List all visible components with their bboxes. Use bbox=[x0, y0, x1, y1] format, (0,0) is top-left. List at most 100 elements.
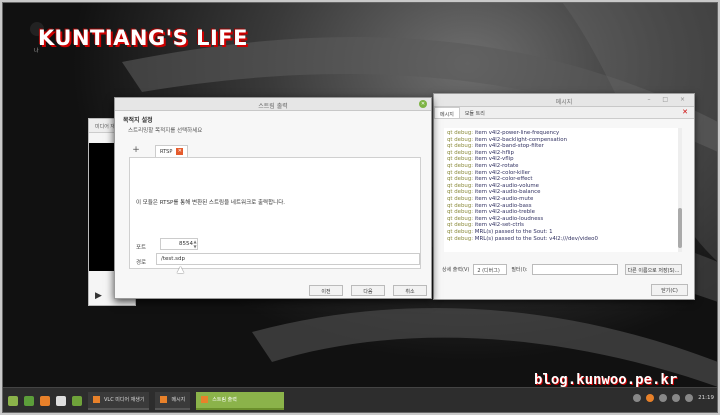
log-line: qt debug: item v4l2-audio-mute bbox=[447, 196, 679, 203]
tab-module-tree[interactable]: 모듈 트리 bbox=[460, 107, 490, 118]
vlc-icon bbox=[201, 396, 209, 403]
volume-icon[interactable] bbox=[672, 394, 681, 402]
log-prefix: qt debug: bbox=[447, 182, 474, 189]
log-line: qt debug: item v4l2-audio-balance bbox=[447, 189, 679, 196]
log-scrollbar[interactable] bbox=[678, 128, 682, 252]
log-text: item v4l2-vflip bbox=[474, 156, 514, 163]
play-icon[interactable]: ▶ bbox=[95, 291, 102, 301]
mouse-cursor-icon: ▲ bbox=[177, 265, 184, 275]
port-value: 8554 bbox=[179, 241, 193, 247]
shield-icon[interactable] bbox=[633, 394, 642, 402]
log-text: item v4l2-audio-balance bbox=[474, 189, 541, 196]
destination-tabs: + RTSP ✕ bbox=[129, 145, 189, 157]
log-text: item v4l2-audio-bass bbox=[474, 202, 532, 209]
log-prefix: qt debug: bbox=[447, 235, 474, 242]
log-text: item v4l2-audio-loudness bbox=[474, 215, 544, 222]
blog-watermark: blog.kunwoo.pe.kr bbox=[534, 372, 678, 388]
desktop-icon[interactable] bbox=[24, 395, 34, 406]
filter-label: 필터(I): bbox=[511, 267, 528, 273]
tab-rtsp[interactable]: RTSP ✕ bbox=[155, 145, 189, 157]
log-prefix: qt debug: bbox=[447, 149, 474, 156]
log-prefix: qt debug: bbox=[447, 156, 474, 163]
taskbar: VLC 미디어 재생기 메시지 스트림 출력 21:19 bbox=[2, 387, 718, 413]
log-text: item v4l2-audio-treble bbox=[474, 209, 535, 216]
window-controls-icon[interactable]: – □ × bbox=[647, 96, 690, 103]
menu-icon[interactable] bbox=[8, 395, 18, 406]
log-line: qt debug: item v4l2-audio-volume bbox=[447, 183, 679, 190]
log-line: qt debug: item v4l2-backlight-compensati… bbox=[447, 137, 679, 144]
log-prefix: qt debug: bbox=[447, 228, 474, 235]
log-text: item v4l2-audio-mute bbox=[474, 195, 534, 202]
port-input[interactable]: 8554 ▲ ▼ bbox=[160, 238, 198, 250]
vlc-tray-icon[interactable] bbox=[646, 394, 655, 402]
next-button[interactable]: 다음 bbox=[351, 285, 385, 296]
close-button[interactable]: 닫기(C) bbox=[651, 284, 688, 296]
back-button[interactable]: 이전 bbox=[309, 285, 343, 296]
log-text: MRL(s) passed to the Sout: v4l2:///dev/v… bbox=[474, 235, 598, 242]
log-prefix: qt debug: bbox=[447, 143, 474, 150]
vlc-icon bbox=[160, 396, 168, 403]
destination-heading: 목적지 설정 bbox=[123, 117, 153, 124]
spin-arrows-icon[interactable]: ▲ ▼ bbox=[192, 239, 198, 249]
vlc-icon bbox=[93, 396, 100, 403]
stream-title: 스트림 출력 bbox=[258, 103, 288, 110]
cancel-button[interactable]: 취소 bbox=[393, 285, 427, 296]
vlc-launcher-icon[interactable] bbox=[40, 395, 50, 406]
clock[interactable]: 21:19 bbox=[698, 395, 714, 401]
verbosity-row: 상세 출력(V) 2 (디버그) 필터(I): bbox=[442, 264, 618, 275]
tab-rtsp-label: RTSP bbox=[160, 148, 173, 155]
path-input[interactable]: /test.sdp bbox=[156, 253, 420, 265]
system-tray: 21:19 bbox=[633, 394, 714, 402]
taskbar-item-messages[interactable]: 메시지 bbox=[155, 391, 191, 410]
messages-window: 메시지 – □ × 메시지 모듈 트리 ✕ qt debug: item v4l… bbox=[433, 93, 695, 300]
stream-titlebar[interactable]: 스트림 출력 ✕ bbox=[115, 98, 431, 111]
terminal-icon[interactable] bbox=[56, 395, 66, 406]
files-icon[interactable] bbox=[72, 395, 82, 406]
rtsp-description: 이 모듈은 RTSP를 통해 변환된 스트림을 네트워크로 출력합니다. bbox=[136, 200, 286, 206]
log-line: qt debug: item v4l2-audio-loudness bbox=[447, 216, 679, 223]
close-icon[interactable]: ✕ bbox=[419, 100, 427, 108]
blog-logo: KUNTIANG'S LIFE bbox=[38, 26, 248, 50]
log-line: qt debug: item v4l2-rotate bbox=[447, 163, 679, 170]
log-text: MRL(s) passed to the Sout: 1 bbox=[474, 228, 553, 235]
log-text: item v4l2-audio-volume bbox=[474, 182, 539, 189]
log-line: qt debug: item v4l2-audio-treble bbox=[447, 209, 679, 216]
log-line: qt debug: item v4l2-audio-bass bbox=[447, 203, 679, 210]
log-prefix: qt debug: bbox=[447, 195, 474, 202]
tab-messages[interactable]: 메시지 bbox=[434, 107, 460, 118]
battery-icon[interactable] bbox=[685, 394, 694, 402]
log-text: item v4l2-backlight-compensation bbox=[474, 136, 567, 143]
log-line: qt debug: MRL(s) passed to the Sout: 1 bbox=[447, 229, 679, 236]
taskbar-item-stream[interactable]: 스트림 출력 bbox=[196, 391, 285, 410]
log-prefix: qt debug: bbox=[447, 209, 474, 216]
port-label: 포트 bbox=[136, 245, 147, 251]
add-destination-icon[interactable]: + bbox=[129, 145, 143, 157]
log-line: qt debug: item v4l2-power-line-frequency bbox=[447, 130, 679, 137]
stream-header: 목적지 설정 스트리밍할 목적지를 선택하세요 bbox=[115, 111, 431, 138]
close-tab-icon[interactable]: ✕ bbox=[676, 107, 694, 118]
taskbar-item-vlc[interactable]: VLC 미디어 재생기 bbox=[88, 391, 150, 410]
log-line: qt debug: item v4l2-color-killer bbox=[447, 170, 679, 177]
messages-titlebar[interactable]: 메시지 – □ × bbox=[434, 94, 694, 107]
log-list[interactable]: qt debug: item v4l2-power-line-frequency… bbox=[444, 128, 682, 252]
filter-input[interactable] bbox=[531, 264, 618, 275]
log-prefix: qt debug: bbox=[447, 162, 474, 169]
log-line: qt debug: item v4l2-hflip bbox=[447, 150, 679, 157]
taskbar-item-label: 스트림 출력 bbox=[212, 397, 237, 403]
log-prefix: qt debug: bbox=[447, 222, 474, 229]
network-icon[interactable] bbox=[659, 394, 668, 402]
log-line: qt debug: item v4l2-band-stop-filter bbox=[447, 143, 679, 150]
scrollbar-thumb[interactable] bbox=[678, 208, 682, 248]
close-tab-icon[interactable]: ✕ bbox=[176, 148, 184, 155]
log-line: qt debug: item v4l2-color-effect bbox=[447, 176, 679, 183]
save-as-button[interactable]: 다른 이름으로 저장(S)... bbox=[625, 264, 682, 275]
verbosity-spinbox[interactable]: 2 (디버그) bbox=[473, 264, 508, 275]
log-prefix: qt debug: bbox=[447, 130, 474, 136]
log-prefix: qt debug: bbox=[447, 215, 474, 222]
rtsp-panel: 이 모듈은 RTSP를 통해 변환된 스트림을 네트워크로 출력합니다. 포트 … bbox=[129, 157, 421, 269]
log-text: item v4l2-set-ctrls bbox=[474, 222, 524, 229]
log-prefix: qt debug: bbox=[447, 189, 474, 196]
log-prefix: qt debug: bbox=[447, 176, 474, 183]
taskbar-item-label: VLC 미디어 재생기 bbox=[104, 397, 145, 403]
log-text: item v4l2-hflip bbox=[474, 149, 514, 156]
